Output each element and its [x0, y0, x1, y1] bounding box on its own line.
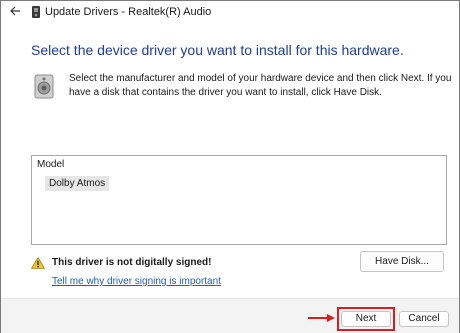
red-arrow-icon: [308, 314, 335, 322]
have-disk-button[interactable]: Have Disk...: [360, 251, 444, 272]
window-title: Update Drivers - Realtek(R) Audio: [45, 6, 212, 18]
device-icon: [32, 6, 40, 18]
model-column-header: Model: [37, 159, 65, 170]
unsigned-driver-warning: This driver is not digitally signed!: [52, 257, 212, 268]
speaker-icon: [34, 74, 54, 99]
driver-signing-help-link[interactable]: Tell me why driver signing is important: [52, 276, 221, 287]
model-list[interactable]: Model Dolby Atmos: [31, 155, 447, 245]
update-drivers-dialog: Update Drivers - Realtek(R) Audio Select…: [0, 0, 460, 333]
title-bar: Update Drivers - Realtek(R) Audio: [1, 1, 459, 23]
cancel-button[interactable]: Cancel: [399, 311, 449, 327]
next-highlight-box: [337, 307, 395, 331]
instruction-text: Select the manufacturer and model of you…: [69, 73, 452, 98]
back-arrow-icon[interactable]: [9, 5, 21, 17]
page-heading: Select the device driver you want to ins…: [31, 42, 404, 58]
warning-icon: [31, 257, 45, 269]
model-list-item[interactable]: Dolby Atmos: [45, 176, 110, 191]
